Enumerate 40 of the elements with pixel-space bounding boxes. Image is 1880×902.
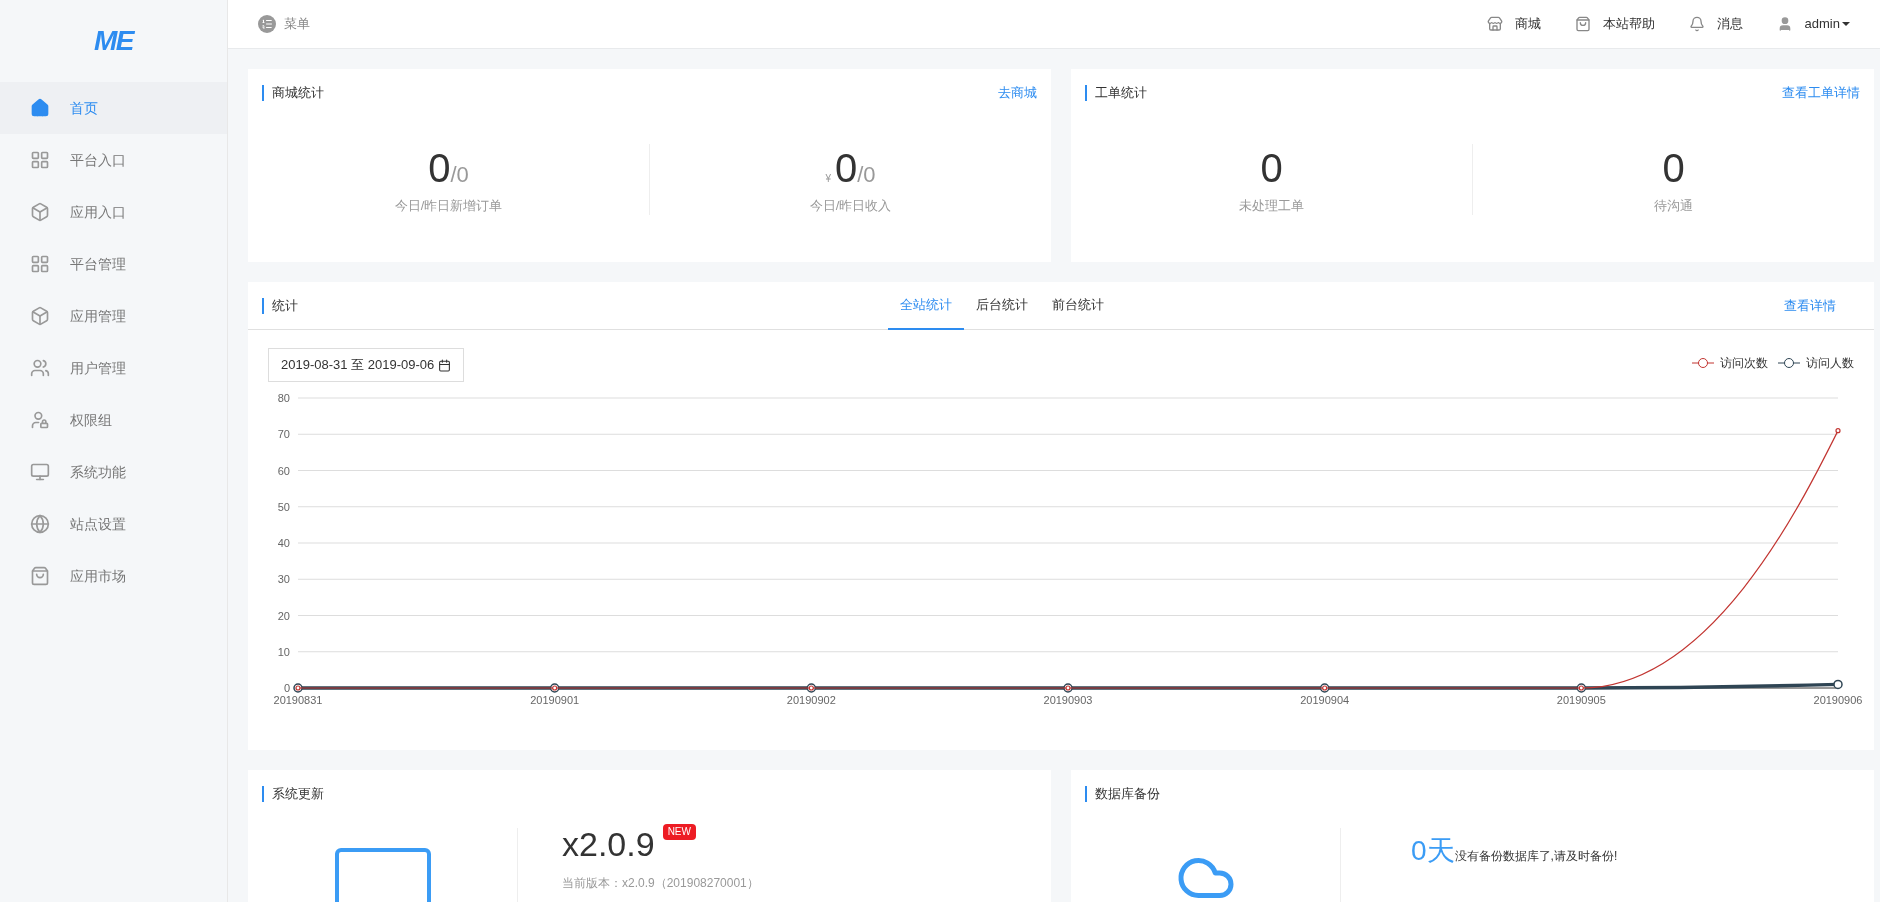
x-tick-label: 20190905 — [1556, 694, 1606, 706]
stat-label: 未处理工单 — [1239, 196, 1304, 215]
y-tick-label: 30 — [277, 573, 290, 586]
stat-value: 0 — [834, 144, 858, 192]
y-tick-label: 0 — [283, 682, 290, 694]
stat-label: 今日/昨日新增订单 — [394, 196, 503, 215]
x-tick-label: 20190906 — [1813, 694, 1863, 706]
y-tick-label: 20 — [277, 609, 290, 622]
new-badge: NEW — [662, 824, 696, 840]
x-tick-label: 20190901 — [530, 694, 580, 706]
y-tick-label: 70 — [277, 428, 290, 441]
legend-label: 访问人数 — [1806, 355, 1854, 372]
stat-label: 今日/昨日收入 — [809, 196, 892, 215]
backup-days: 0天 — [1411, 830, 1455, 872]
card-title: 工单统计 — [1085, 85, 1147, 101]
y-tick-label: 80 — [277, 392, 290, 404]
x-tick-label: 20190902 — [786, 694, 836, 706]
stat-label: 待沟通 — [1654, 196, 1693, 215]
logo: ME — [93, 24, 134, 58]
card-title: 统计 — [262, 297, 298, 314]
currency-sign: ¥ — [825, 171, 831, 186]
y-tick-label: 60 — [277, 464, 290, 477]
y-tick-label: 10 — [277, 645, 290, 658]
stat-previous: /0 — [450, 161, 469, 189]
version-number: x2.0.9 — [562, 824, 655, 864]
card-title: 商城统计 — [262, 85, 324, 101]
backup-message: 没有备份数据库了,请及时备份! — [1454, 849, 1618, 865]
current-version-text: 当前版本：x2.0.9（201908270001） — [562, 875, 759, 892]
stat-value: 0 — [428, 144, 451, 192]
y-tick-label: 50 — [277, 500, 290, 513]
stat-previous: /0 — [857, 161, 876, 189]
legend-label: 访问次数 — [1720, 355, 1768, 372]
stat-value: 0 — [1260, 144, 1283, 192]
stat-value: 0 — [1662, 144, 1685, 192]
y-tick-label: 40 — [277, 537, 290, 549]
x-tick-label: 20190904 — [1300, 694, 1350, 706]
x-tick-label: 20190831 — [273, 694, 323, 706]
x-tick-label: 20190903 — [1043, 694, 1093, 706]
card-title: 系统更新 — [262, 786, 324, 802]
card-title: 数据库备份 — [1085, 786, 1160, 802]
